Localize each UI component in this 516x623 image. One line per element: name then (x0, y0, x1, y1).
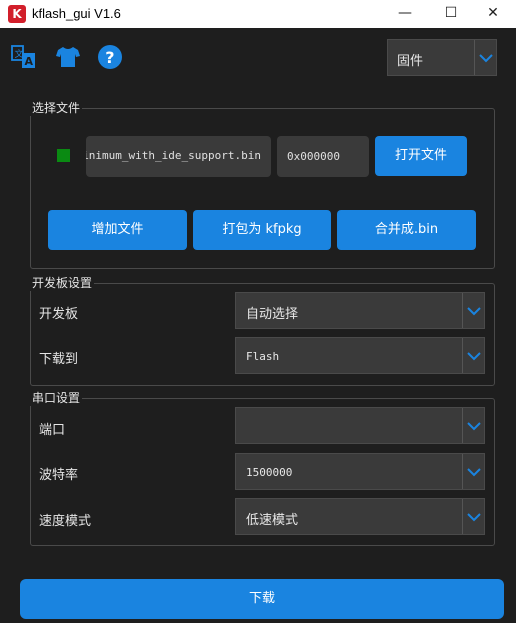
speed-mode-value: 低速模式 (246, 513, 299, 528)
serial-group-title: 串口设置 (30, 389, 83, 406)
chevron-down-icon (462, 408, 484, 443)
download-button[interactable]: 下载 (20, 579, 504, 619)
chevron-down-icon (462, 454, 484, 489)
chevron-down-icon (462, 338, 484, 373)
firmware-select-value: 固件 (397, 54, 424, 69)
svg-text:A: A (25, 55, 34, 68)
firmware-select[interactable]: 固件 (387, 39, 497, 76)
file-enabled-checkbox[interactable] (57, 149, 70, 162)
board-select-value: 自动选择 (246, 307, 299, 322)
download-to-label: 下载到 (39, 352, 79, 367)
shirt-icon[interactable] (55, 44, 81, 70)
merge-bin-button[interactable]: 合并成.bin (337, 210, 476, 250)
file-path-field[interactable]: inimum_with_ide_support.bin (86, 136, 271, 177)
file-group-title: 选择文件 (30, 99, 83, 116)
download-to-value: Flash (246, 350, 280, 363)
speed-mode-label: 速度模式 (39, 514, 92, 529)
board-group-title: 开发板设置 (30, 274, 95, 291)
port-select[interactable] (235, 407, 485, 444)
speed-mode-select[interactable]: 低速模式 (235, 498, 485, 535)
address-field[interactable]: 0x000000 (277, 136, 369, 177)
baud-select-value: 1500000 (246, 466, 293, 479)
title-bar: K kflash_gui V1.6 — ☐ ✕ (0, 0, 516, 28)
app-logo-icon: K (8, 5, 26, 23)
board-select[interactable]: 自动选择 (235, 292, 485, 329)
file-path-value: inimum_with_ide_support.bin (86, 149, 261, 162)
maximize-button[interactable]: ☐ (428, 0, 474, 28)
close-button[interactable]: ✕ (470, 0, 516, 28)
baud-label: 波特率 (39, 468, 79, 483)
translate-icon[interactable]: 文 A (11, 44, 37, 70)
open-file-button[interactable]: 打开文件 (375, 136, 467, 176)
download-to-select[interactable]: Flash (235, 337, 485, 374)
baud-select[interactable]: 1500000 (235, 453, 485, 490)
address-value: 0x000000 (287, 150, 340, 163)
chevron-down-icon (462, 499, 484, 534)
svg-text:?: ? (105, 48, 114, 67)
window-title: kflash_gui V1.6 (32, 6, 121, 21)
pack-kfpkg-button[interactable]: 打包为 kfpkg (193, 210, 331, 250)
add-file-button[interactable]: 增加文件 (48, 210, 187, 250)
help-icon[interactable]: ? (97, 44, 123, 70)
minimize-button[interactable]: — (382, 0, 428, 28)
chevron-down-icon (462, 293, 484, 328)
chevron-down-icon (474, 40, 496, 75)
port-label: 端口 (39, 423, 66, 438)
board-label: 开发板 (39, 307, 79, 322)
